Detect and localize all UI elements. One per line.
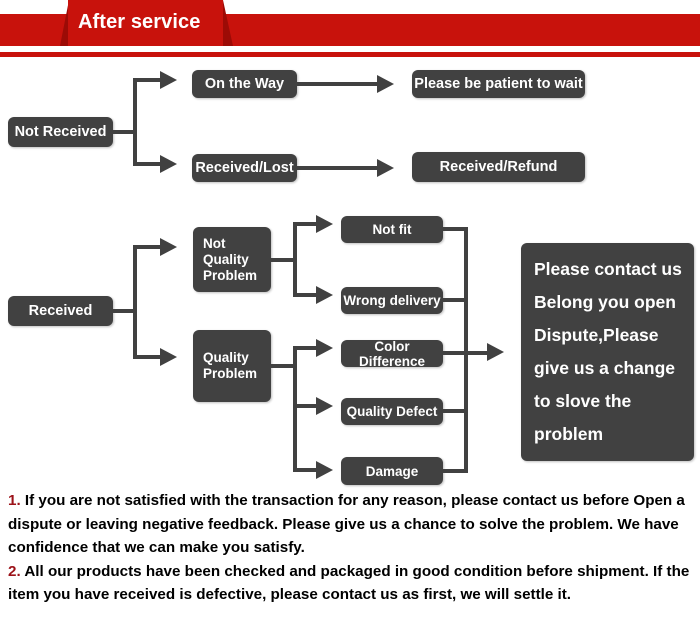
connector-nq-split bbox=[293, 224, 297, 297]
node-not-received: Not Received bbox=[8, 117, 113, 147]
outcome-line-3: Dispute,Please bbox=[534, 325, 659, 345]
connector-vertical-split bbox=[133, 80, 137, 166]
note-2-number: 2. bbox=[8, 562, 21, 580]
after-service-infographic: After service Not Received On the Way Re… bbox=[0, 0, 700, 631]
connector-branch1-horizontal bbox=[133, 78, 162, 82]
connector-to-not-quality bbox=[133, 245, 162, 249]
arrow-to-quality-defect bbox=[316, 397, 333, 415]
node-color-difference: Color Difference bbox=[341, 339, 443, 369]
arrow-to-on-the-way bbox=[160, 71, 177, 89]
node-not-fit: Not fit bbox=[341, 216, 443, 243]
note-2-text: All our products have been checked and p… bbox=[8, 562, 690, 604]
policy-notes: 1. If you are not satisfied with the tra… bbox=[8, 489, 694, 607]
connector-q-to-color-difference bbox=[293, 346, 318, 350]
outcome-line-6: problem bbox=[534, 424, 604, 444]
connector-received-stub bbox=[113, 309, 135, 313]
node-on-the-way: On the Way bbox=[192, 70, 297, 98]
node-quality-line2: Problem bbox=[203, 366, 258, 381]
connector-on-the-way-to-result bbox=[297, 82, 379, 86]
outcome-line-1: Please contact us bbox=[534, 259, 682, 279]
connector-source-stub bbox=[113, 130, 135, 134]
node-received: Received bbox=[8, 296, 113, 326]
arrow-received-lost-result bbox=[377, 159, 394, 177]
node-please-be-patient: Please be patient to wait bbox=[412, 70, 585, 98]
arrow-on-the-way-result bbox=[377, 75, 394, 93]
banner-underline-rule bbox=[0, 52, 700, 57]
node-not-quality-line2: Quality bbox=[203, 251, 249, 267]
node-outcome-contact-us: Please contact us Belong you open Disput… bbox=[521, 243, 694, 461]
connector-nq-to-wrong-delivery bbox=[293, 293, 318, 297]
merge-vertical-bus bbox=[464, 227, 468, 473]
connector-to-quality bbox=[133, 355, 162, 359]
connector-q-to-quality-defect bbox=[293, 404, 318, 408]
arrow-to-quality-problem bbox=[160, 348, 177, 366]
arrow-to-outcome bbox=[487, 343, 504, 361]
note-item-1: 1. If you are not satisfied with the tra… bbox=[8, 489, 694, 560]
connector-q-split bbox=[293, 348, 297, 472]
node-wrong-delivery: Wrong delivery bbox=[341, 287, 443, 314]
node-quality-defect: Quality Defect bbox=[341, 398, 443, 425]
node-damage: Damage bbox=[341, 457, 443, 485]
page-title: After service bbox=[78, 11, 201, 33]
connector-branch2-horizontal bbox=[133, 162, 162, 166]
node-not-quality-line1: Not bbox=[203, 235, 226, 251]
node-not-quality-line3: Problem bbox=[203, 267, 258, 283]
note-1-text: If you are not satisfied with the transa… bbox=[8, 492, 685, 556]
connector-received-lost-to-result bbox=[297, 166, 379, 170]
merge-stub-not-fit bbox=[443, 227, 466, 231]
outcome-line-5: to slove the bbox=[534, 391, 632, 411]
node-quality-problem: Quality Problem bbox=[193, 330, 271, 402]
node-received-refund: Received/Refund bbox=[412, 152, 585, 182]
connector-nq-to-not-fit bbox=[293, 222, 318, 226]
merge-stub-color-difference bbox=[443, 351, 466, 355]
node-not-quality-problem: Not Quality Problem bbox=[193, 227, 271, 292]
arrow-to-color-difference bbox=[316, 339, 333, 357]
outcome-line-2: Belong you open bbox=[534, 292, 676, 312]
arrow-to-damage bbox=[316, 461, 333, 479]
note-1-number: 1. bbox=[8, 492, 21, 509]
arrow-to-received-lost bbox=[160, 155, 177, 173]
merge-stub-wrong-delivery bbox=[443, 298, 466, 302]
node-received-lost: Received/Lost bbox=[192, 154, 297, 182]
connector-q-stub bbox=[271, 364, 295, 368]
merge-stub-quality-defect bbox=[443, 409, 466, 413]
arrow-to-not-quality-problem bbox=[160, 238, 177, 256]
arrow-to-wrong-delivery bbox=[316, 286, 333, 304]
note-item-2: 2. All our products have been checked an… bbox=[8, 560, 694, 607]
outcome-line-4: give us a change bbox=[534, 358, 676, 378]
arrow-to-not-fit bbox=[316, 215, 333, 233]
connector-q-to-damage bbox=[293, 468, 318, 472]
node-quality-line1: Quality bbox=[203, 350, 249, 365]
merge-stub-damage bbox=[443, 469, 466, 473]
connector-received-split bbox=[133, 247, 137, 359]
connector-nq-stub bbox=[271, 258, 295, 262]
